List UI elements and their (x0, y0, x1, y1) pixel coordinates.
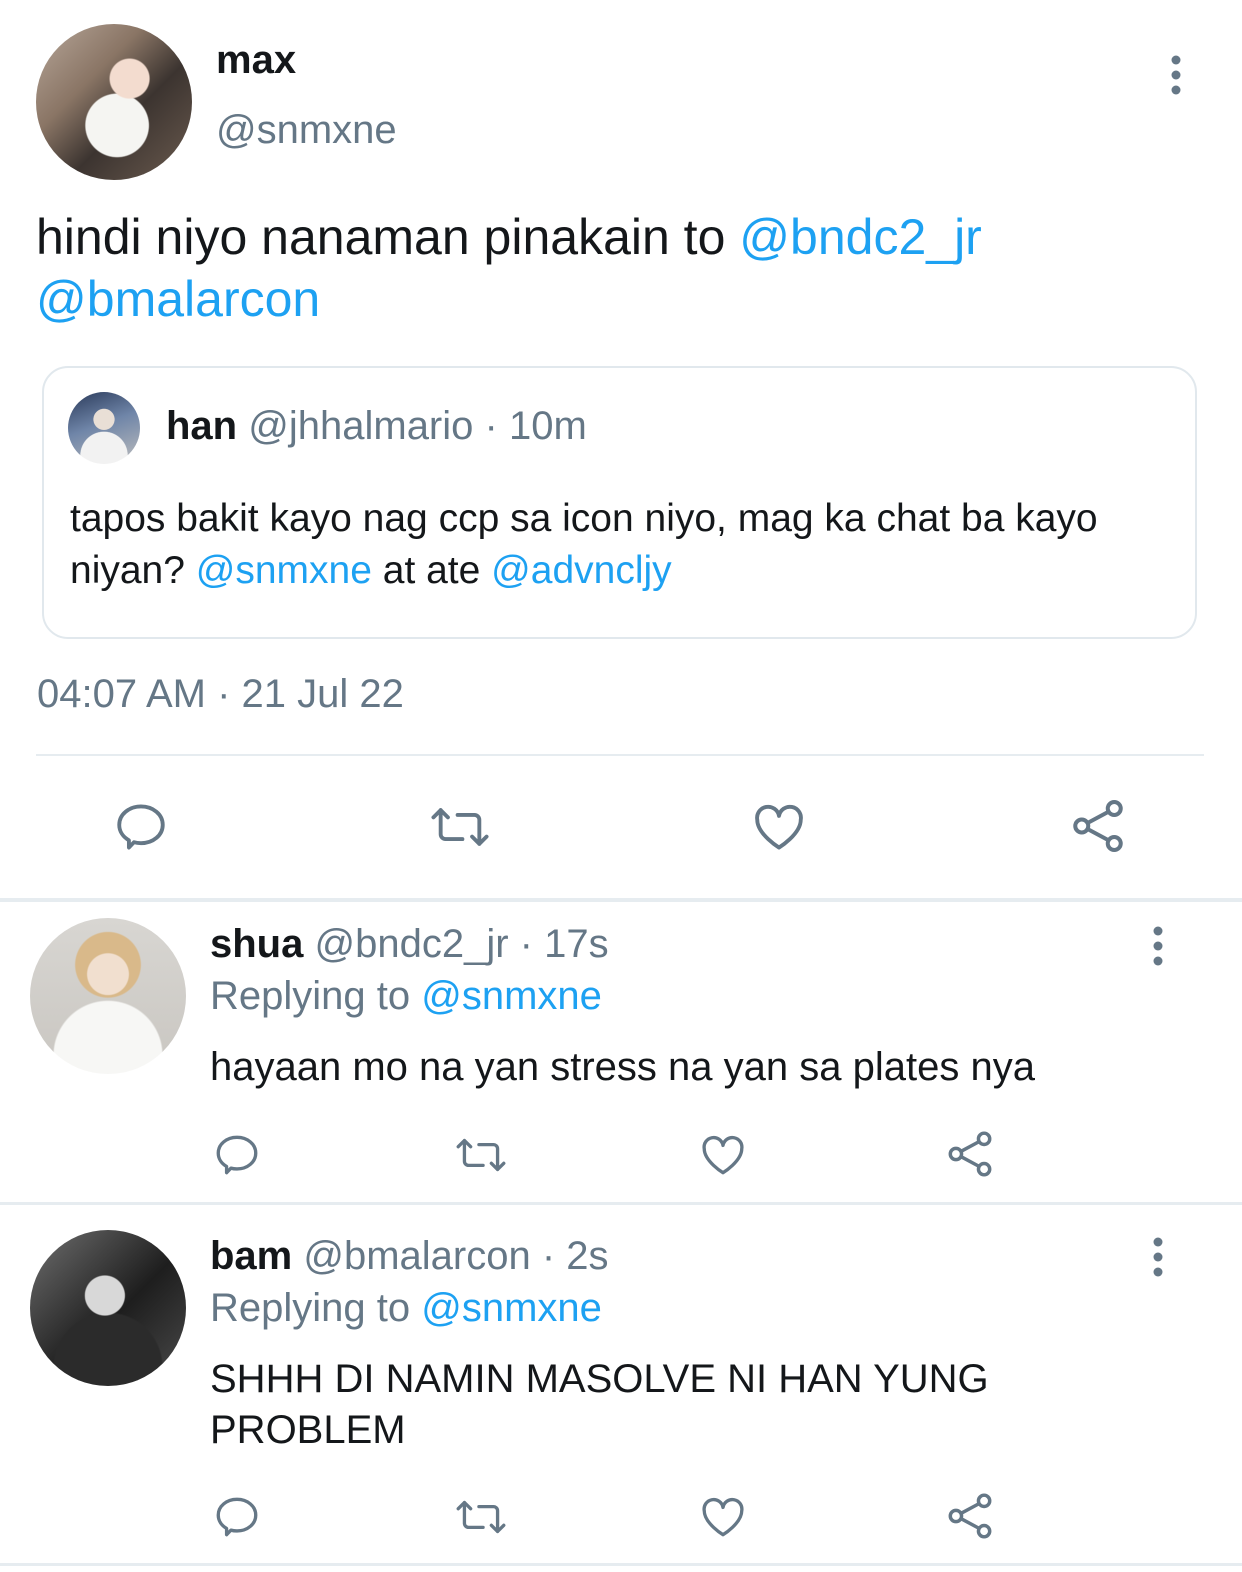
reply-icon[interactable] (112, 798, 170, 856)
retweet-icon[interactable] (452, 1492, 510, 1542)
mention-link[interactable]: @bmalarcon (36, 271, 320, 327)
divider (0, 1563, 1242, 1566)
replying-label: Replying to (210, 974, 422, 1018)
share-icon[interactable] (944, 1128, 996, 1180)
reply-icon[interactable] (212, 1130, 262, 1180)
mention-link[interactable]: @snmxne (196, 549, 372, 592)
reply-handle[interactable]: @bndc2_jr (314, 922, 508, 966)
mention-link[interactable]: @snmxne (421, 974, 602, 1018)
author-avatar[interactable] (36, 24, 192, 180)
divider (36, 754, 1204, 756)
like-icon[interactable] (698, 1492, 748, 1542)
share-icon[interactable] (944, 1490, 996, 1542)
divider (0, 1202, 1242, 1205)
quoted-time: · 10m (484, 404, 587, 448)
reply-name[interactable]: shua (210, 922, 303, 966)
tweet-text: hindi niyo nanaman pinakain to @bndc2_jr… (36, 206, 1196, 330)
reply-time: · 2s (541, 1234, 609, 1278)
mention-link[interactable]: @advncljy (491, 549, 672, 592)
quoted-name: han (166, 404, 238, 448)
like-icon[interactable] (698, 1130, 748, 1180)
mention-link[interactable]: @bndc2_jr (739, 209, 982, 265)
reply-icon[interactable] (212, 1492, 262, 1542)
tweet-timestamp[interactable]: 04:07 AM · 21 Jul 22 (37, 672, 404, 717)
replying-label: Replying to (210, 1286, 422, 1330)
quoted-avatar (68, 392, 140, 464)
more-options-icon[interactable] (1142, 1236, 1174, 1278)
mention-link[interactable]: @snmxne (421, 1286, 602, 1330)
reply-time: · 17s (519, 922, 609, 966)
more-options-icon[interactable] (1142, 925, 1174, 967)
reply-handle[interactable]: @bmalarcon (303, 1234, 530, 1278)
share-icon[interactable] (1068, 796, 1128, 856)
reply-text: SHHH DI NAMIN MASOLVE NI HAN YUNG PROBLE… (210, 1357, 989, 1452)
reply-name[interactable]: bam (210, 1234, 292, 1278)
reply-header: shua @bndc2_jr · 17s (210, 922, 609, 967)
quoted-text-body: at ate (371, 549, 492, 592)
like-icon[interactable] (750, 798, 808, 856)
more-options-icon[interactable] (1160, 54, 1192, 96)
reply-avatar[interactable] (30, 1230, 186, 1386)
quoted-header: han @jhhalmario · 10m (166, 404, 587, 449)
retweet-icon[interactable] (426, 798, 494, 856)
tweet-text-body: hindi niyo nanaman pinakain to (36, 209, 740, 265)
author-name[interactable]: max (216, 38, 296, 83)
author-handle[interactable]: @snmxne (216, 108, 397, 153)
reply-header: bam @bmalarcon · 2s (210, 1234, 609, 1279)
replying-to: Replying to @snmxne (210, 974, 602, 1019)
reply-text: hayaan mo na yan stress na yan sa plates… (210, 1045, 1035, 1089)
quoted-text: tapos bakit kayo nag ccp sa icon niyo, m… (70, 493, 1180, 597)
replying-to: Replying to @snmxne (210, 1286, 602, 1331)
reply-avatar[interactable] (30, 918, 186, 1074)
quoted-handle: @jhhalmario (248, 404, 474, 448)
divider (0, 898, 1242, 902)
retweet-icon[interactable] (452, 1130, 510, 1180)
